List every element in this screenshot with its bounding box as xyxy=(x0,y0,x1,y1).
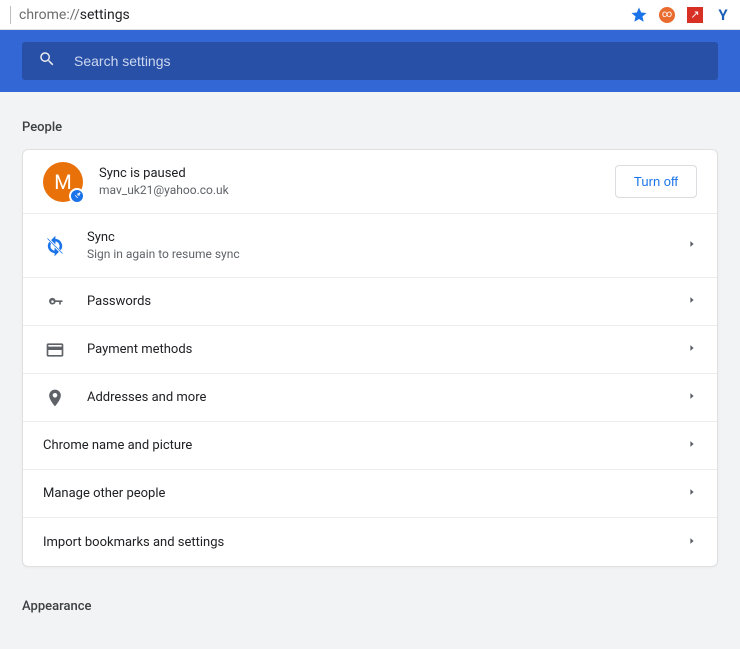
sync-off-icon xyxy=(43,234,67,258)
chevron-right-icon xyxy=(687,390,697,405)
chevron-right-icon xyxy=(687,486,697,501)
search-settings-box[interactable] xyxy=(22,42,718,80)
credit-card-icon xyxy=(43,338,67,362)
import-row[interactable]: Import bookmarks and settings xyxy=(23,518,717,566)
manage-people-row[interactable]: Manage other people xyxy=(23,470,717,518)
settings-content: People M Sync is paused mav_uk21@yahoo.c… xyxy=(0,92,740,638)
payment-row[interactable]: Payment methods xyxy=(23,326,717,374)
chevron-right-icon xyxy=(687,238,697,253)
search-icon xyxy=(38,50,56,72)
omnibox[interactable]: chrome://settings ∞ ↗ Y xyxy=(0,0,740,30)
addresses-body: Addresses and more xyxy=(87,390,687,405)
search-settings-input[interactable] xyxy=(74,53,702,69)
profile-avatar[interactable]: M xyxy=(43,162,83,202)
chevron-right-icon xyxy=(687,438,697,453)
passwords-body: Passwords xyxy=(87,294,687,309)
import-label: Import bookmarks and settings xyxy=(43,535,687,550)
manage-people-label: Manage other people xyxy=(43,486,687,501)
section-title-people: People xyxy=(22,120,718,135)
chevron-right-icon xyxy=(687,294,697,309)
people-card: M Sync is paused mav_uk21@yahoo.co.uk Tu… xyxy=(22,149,718,567)
addresses-row[interactable]: Addresses and more xyxy=(23,374,717,422)
sync-title: Sync xyxy=(87,230,687,245)
extension-icon-3[interactable]: Y xyxy=(714,6,732,24)
settings-search-header xyxy=(0,30,740,92)
passwords-label: Passwords xyxy=(87,294,687,309)
payment-label: Payment methods xyxy=(87,342,687,357)
name-picture-body: Chrome name and picture xyxy=(43,438,687,453)
url-path: settings xyxy=(80,7,130,23)
profile-status: Sync is paused xyxy=(99,166,615,181)
extension-icon-1[interactable]: ∞ xyxy=(658,6,676,24)
omnibox-actions: ∞ ↗ Y xyxy=(630,6,734,24)
bookmark-star-icon[interactable] xyxy=(630,6,648,24)
addresses-label: Addresses and more xyxy=(87,390,687,405)
key-icon xyxy=(43,290,67,314)
turn-off-button[interactable]: Turn off xyxy=(615,165,697,198)
omnibox-url[interactable]: chrome://settings xyxy=(19,7,630,23)
passwords-row[interactable]: Passwords xyxy=(23,278,717,326)
chevron-right-icon xyxy=(687,342,697,357)
sync-body: Sync Sign in again to resume sync xyxy=(87,230,687,261)
manage-people-body: Manage other people xyxy=(43,486,687,501)
profile-row: M Sync is paused mav_uk21@yahoo.co.uk Tu… xyxy=(23,150,717,214)
sync-subtitle: Sign in again to resume sync xyxy=(87,247,687,261)
avatar-letter: M xyxy=(54,170,71,194)
chevron-right-icon xyxy=(687,535,697,550)
location-icon xyxy=(43,386,67,410)
section-title-appearance: Appearance xyxy=(22,599,718,614)
payment-body: Payment methods xyxy=(87,342,687,357)
sync-paused-badge-icon xyxy=(69,188,85,204)
import-body: Import bookmarks and settings xyxy=(43,535,687,550)
profile-body: Sync is paused mav_uk21@yahoo.co.uk xyxy=(99,166,615,197)
name-picture-label: Chrome name and picture xyxy=(43,438,687,453)
sync-row[interactable]: Sync Sign in again to resume sync xyxy=(23,214,717,278)
name-picture-row[interactable]: Chrome name and picture xyxy=(23,422,717,470)
omnibox-divider xyxy=(10,6,11,24)
url-prefix: chrome:// xyxy=(19,7,80,23)
extension-icon-2[interactable]: ↗ xyxy=(686,6,704,24)
profile-email: mav_uk21@yahoo.co.uk xyxy=(99,183,615,197)
